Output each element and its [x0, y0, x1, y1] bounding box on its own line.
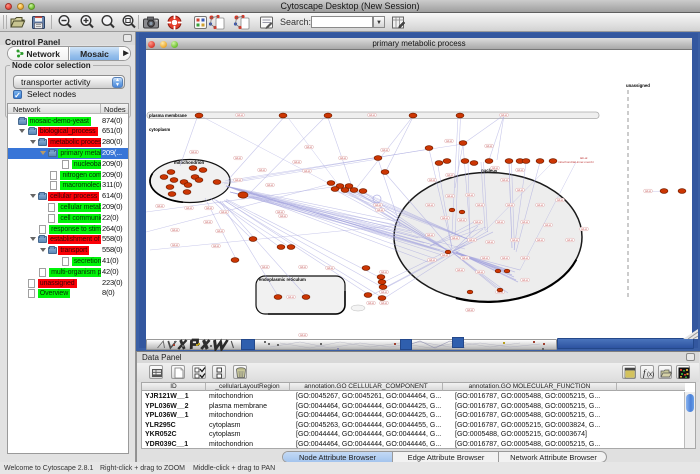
svg-text:lab-al: lab-al — [447, 195, 453, 198]
svg-text:lab-al: lab-al — [381, 302, 387, 305]
svg-text:lab-al: lab-al — [327, 267, 333, 270]
svg-text:lab-al: lab-al — [294, 161, 300, 164]
svg-text:lab-al: lab-al — [375, 204, 381, 207]
svg-text:lab-al: lab-al — [259, 169, 265, 172]
svg-text:cytoplasm: cytoplasm — [149, 127, 170, 132]
svg-text:lab-al: lab-al — [477, 271, 483, 274]
svg-text:lab-al: lab-al — [172, 229, 178, 232]
svg-text:lab-al: lab-al — [340, 157, 346, 160]
svg-text:lab-al: lab-al — [567, 239, 573, 242]
svg-text:lab-al: lab-al — [459, 219, 465, 222]
svg-text:lab-al: lab-al — [300, 334, 306, 337]
svg-text:plasma membrane: plasma membrane — [149, 113, 187, 118]
svg-text:lab-al: lab-al — [580, 156, 588, 160]
svg-text:lab-al: lab-al — [377, 209, 383, 212]
svg-text:lab-al: lab-al — [235, 157, 241, 160]
svg-text:lab-al: lab-al — [442, 217, 448, 220]
svg-text:lab-al: lab-al — [446, 140, 452, 143]
svg-text:lab-al: lab-al — [452, 237, 458, 240]
svg-text:lab-al: lab-al — [469, 239, 475, 242]
svg-text:lab-al: lab-al — [522, 221, 528, 224]
svg-text:lab-al: lab-al — [522, 257, 528, 260]
svg-text:lab-al: lab-al — [477, 204, 483, 207]
svg-text:lab-al: lab-al — [462, 257, 468, 260]
svg-text:lab-al: lab-al — [262, 266, 268, 269]
svg-text:lab-al: lab-al — [288, 296, 294, 299]
svg-text:lab-al: lab-al — [507, 204, 513, 207]
svg-text:lab-al: lab-al — [517, 189, 523, 192]
svg-text:lab-al: lab-al — [522, 279, 528, 282]
svg-text:lab-al: lab-al — [502, 179, 508, 182]
svg-text:mitochondrial-inner-membr: mitochondrial-inner-membr — [558, 160, 594, 164]
svg-text:lab-al: lab-al — [497, 221, 503, 224]
svg-text:lab-al: lab-al — [267, 184, 273, 187]
svg-text:lab-al: lab-al — [492, 167, 498, 170]
svg-text:lab-al: lab-al — [537, 239, 543, 242]
svg-text:lab-al: lab-al — [512, 239, 518, 242]
svg-text:lab-al: lab-al — [277, 211, 283, 214]
svg-text:(x): (x) — [647, 372, 654, 378]
svg-text:lab-al: lab-al — [206, 207, 212, 210]
svg-text:lab-al: lab-al — [237, 114, 243, 117]
svg-text:mitochondrion: mitochondrion — [174, 160, 204, 165]
svg-text:lab-al: lab-al — [304, 170, 310, 173]
svg-text:lab-al: lab-al — [235, 179, 241, 182]
svg-text:lab-al: lab-al — [221, 211, 227, 214]
svg-text:lab-al: lab-al — [280, 215, 286, 218]
svg-text:lab-al: lab-al — [382, 149, 388, 152]
svg-text:lab-al: lab-al — [429, 259, 435, 262]
svg-text:lab-al: lab-al — [486, 145, 492, 148]
svg-text:endoplasmic reticulum: endoplasmic reticulum — [259, 277, 306, 282]
svg-text:lab-al: lab-al — [447, 174, 453, 177]
svg-text:lab-al: lab-al — [581, 228, 587, 231]
svg-text:lab-al: lab-al — [172, 244, 178, 247]
svg-text:lab-al: lab-al — [467, 309, 473, 312]
svg-text:lab-al: lab-al — [427, 234, 433, 237]
svg-text:lab-al: lab-al — [191, 151, 197, 154]
svg-text:lab-al: lab-al — [427, 204, 433, 207]
svg-text:lab-al: lab-al — [157, 205, 163, 208]
svg-text:lab-al: lab-al — [482, 257, 488, 260]
svg-text:lab-al: lab-al — [213, 245, 219, 248]
svg-text:lab-al: lab-al — [205, 221, 211, 224]
svg-text:lab-al: lab-al — [557, 199, 563, 202]
svg-text:unassigned: unassigned — [626, 83, 650, 88]
svg-text:lab-al: lab-al — [186, 207, 192, 210]
svg-text:lab-al: lab-al — [381, 271, 387, 274]
svg-text:lab-al: lab-al — [442, 254, 448, 257]
svg-text:lab-al: lab-al — [501, 114, 507, 117]
svg-text:lab-al: lab-al — [545, 224, 551, 227]
svg-text:lab-al: lab-al — [368, 302, 374, 305]
svg-text:lab-al: lab-al — [537, 204, 543, 207]
svg-text:lab-al: lab-al — [429, 179, 435, 182]
svg-text:lab-al: lab-al — [369, 114, 375, 117]
svg-text:lab-al: lab-al — [475, 221, 481, 224]
svg-text:lab-al: lab-al — [457, 269, 463, 272]
svg-text:lab-al: lab-al — [217, 230, 223, 233]
svg-text:lab-al: lab-al — [306, 146, 312, 149]
svg-text:lab-al: lab-al — [502, 257, 508, 260]
svg-text:lab-al: lab-al — [467, 194, 473, 197]
svg-text:lab-al: lab-al — [645, 190, 651, 193]
svg-text:lab-al: lab-al — [487, 241, 493, 244]
svg-text:lab-al: lab-al — [300, 266, 306, 269]
svg-text:lab-al: lab-al — [517, 169, 523, 172]
svg-text:lab-al: lab-al — [381, 291, 387, 294]
